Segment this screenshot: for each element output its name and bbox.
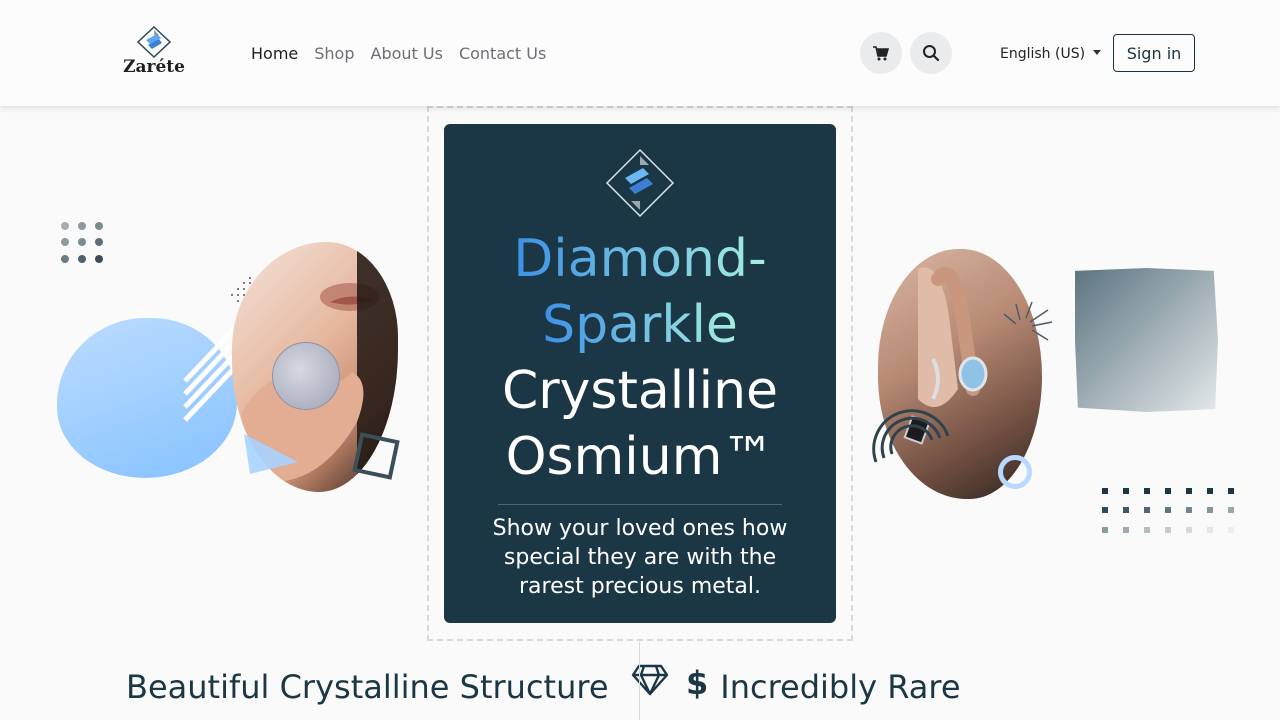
feature-rare-label: Incredibly Rare [720,668,961,706]
dots-pattern-decoration [61,222,103,263]
brand-logo[interactable]: Zaréte [122,26,186,76]
feature-incredibly-rare: $ Incredibly Rare [686,664,961,706]
ring-circle-decoration [998,455,1032,489]
hero-title-line-4: Osmium™ [505,427,775,487]
triangle-decoration [244,434,298,474]
chevron-down-icon [1093,50,1102,55]
cart-button[interactable] [860,32,902,74]
sign-in-button[interactable]: Sign in [1113,34,1195,72]
nav-shop[interactable]: Shop [314,44,354,63]
main-nav: Home Shop About Us Contact Us [251,44,546,63]
dollar-icon: $ [686,664,709,702]
osmium-disc-image [272,342,340,410]
search-icon [923,45,940,62]
hero-title: Diamond- Sparkle Crystalline Osmium™ [444,226,836,490]
site-header: Zaréte Home Shop About Us Contact Us Eng… [0,0,1280,106]
gradient-square-decoration [1075,268,1218,412]
nav-about-us[interactable]: About Us [371,44,443,63]
language-selector[interactable]: English (US) [1000,46,1102,62]
search-button[interactable] [910,32,952,74]
feature-crystalline-label: Beautiful Crystalline Structure [126,668,609,706]
nav-contact-us[interactable]: Contact Us [459,44,546,63]
burst-lines-decoration [1003,301,1053,341]
hero-diamond-logo-icon [605,148,675,218]
concentric-arcs-decoration [872,409,950,463]
features-divider [639,642,640,720]
logo-text: Zaréte [123,57,185,77]
hero-title-line-3: Crystalline [501,361,779,421]
hero-subtitle: Show your loved ones how special they ar… [492,516,788,599]
diamond-icon [631,664,668,696]
square-dots-pattern-decoration [1102,488,1234,533]
logo-diamond-icon [137,26,171,58]
hero-divider [498,504,782,505]
hero-title-line-2: Sparkle [542,295,738,355]
hero-card: Diamond- Sparkle Crystalline Osmium™ Sho… [444,124,836,623]
square-outline-decoration [352,432,400,480]
feature-crystalline-structure: Beautiful Crystalline Structure [126,664,669,706]
cart-icon [873,45,889,60]
nav-home[interactable]: Home [251,44,298,63]
hero-title-line-1: Diamond- [513,229,767,289]
language-label: English (US) [1000,46,1086,62]
